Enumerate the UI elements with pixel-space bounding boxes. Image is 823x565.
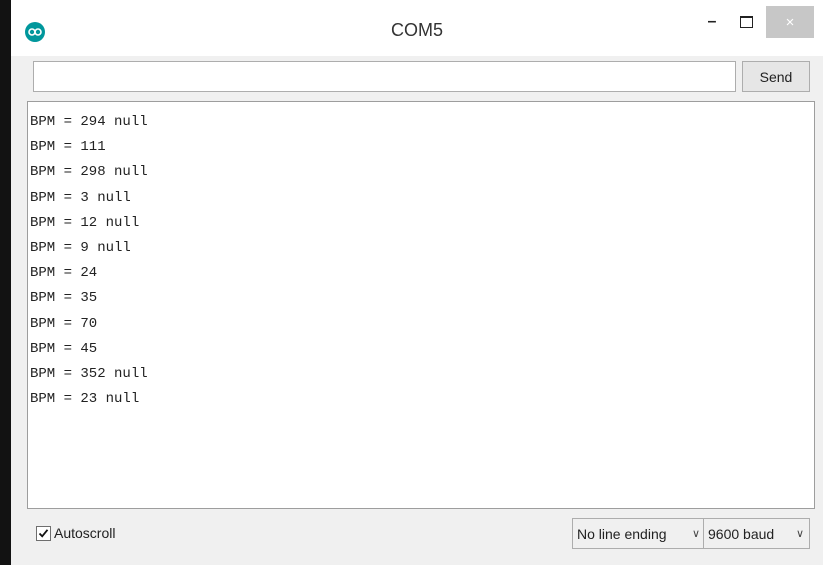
- output-line: BPM = 23 null: [30, 391, 140, 408]
- send-bar: Send: [11, 56, 823, 100]
- output-line: BPM = 294 null: [30, 114, 148, 130]
- serial-input[interactable]: [33, 61, 736, 92]
- output-line: BPM = 45: [30, 340, 98, 357]
- line-ending-value: No line ending: [577, 525, 667, 542]
- output-line: BPM = 24: [30, 265, 98, 282]
- minimize-icon[interactable]: –: [697, 6, 727, 38]
- output-line: BPM = 298 null: [30, 164, 148, 181]
- output-line: BPM = 9 null: [30, 239, 131, 256]
- autoscroll-toggle[interactable]: Autoscroll: [36, 525, 115, 541]
- output-line: BPM = 352 null: [30, 365, 148, 382]
- send-button[interactable]: Send: [742, 61, 810, 92]
- left-dark-edge: [0, 0, 11, 565]
- chevron-down-icon: ∨: [795, 528, 805, 540]
- autoscroll-label: Autoscroll: [54, 525, 116, 541]
- serial-monitor-window: COM5 – × Send BPM = 294 null BPM = 111 BPM…: [11, 0, 823, 565]
- maximize-icon[interactable]: [731, 6, 761, 38]
- output-line: BPM = 111: [30, 139, 106, 156]
- close-icon[interactable]: ×: [766, 6, 814, 38]
- line-ending-select[interactable]: No line ending ∨: [572, 518, 706, 549]
- serial-output[interactable]: BPM = 294 null BPM = 111 BPM = 298 null BPM…: [27, 101, 815, 509]
- baud-rate-select[interactable]: 9600 baud ∨: [703, 518, 810, 549]
- title-bar: COM5 – ×: [11, 0, 823, 56]
- checkbox-check-icon[interactable]: [36, 525, 51, 541]
- output-line: BPM = 3 null: [30, 189, 131, 206]
- output-line: BPM = 70: [30, 315, 98, 332]
- footer-bar: Autoscroll No line ending ∨ 9600 baud ∨: [11, 509, 823, 565]
- output-line: BPM = 12 null: [30, 214, 140, 231]
- baud-rate-value: 9600 baud: [708, 525, 775, 542]
- output-line: BPM = 35: [30, 290, 98, 307]
